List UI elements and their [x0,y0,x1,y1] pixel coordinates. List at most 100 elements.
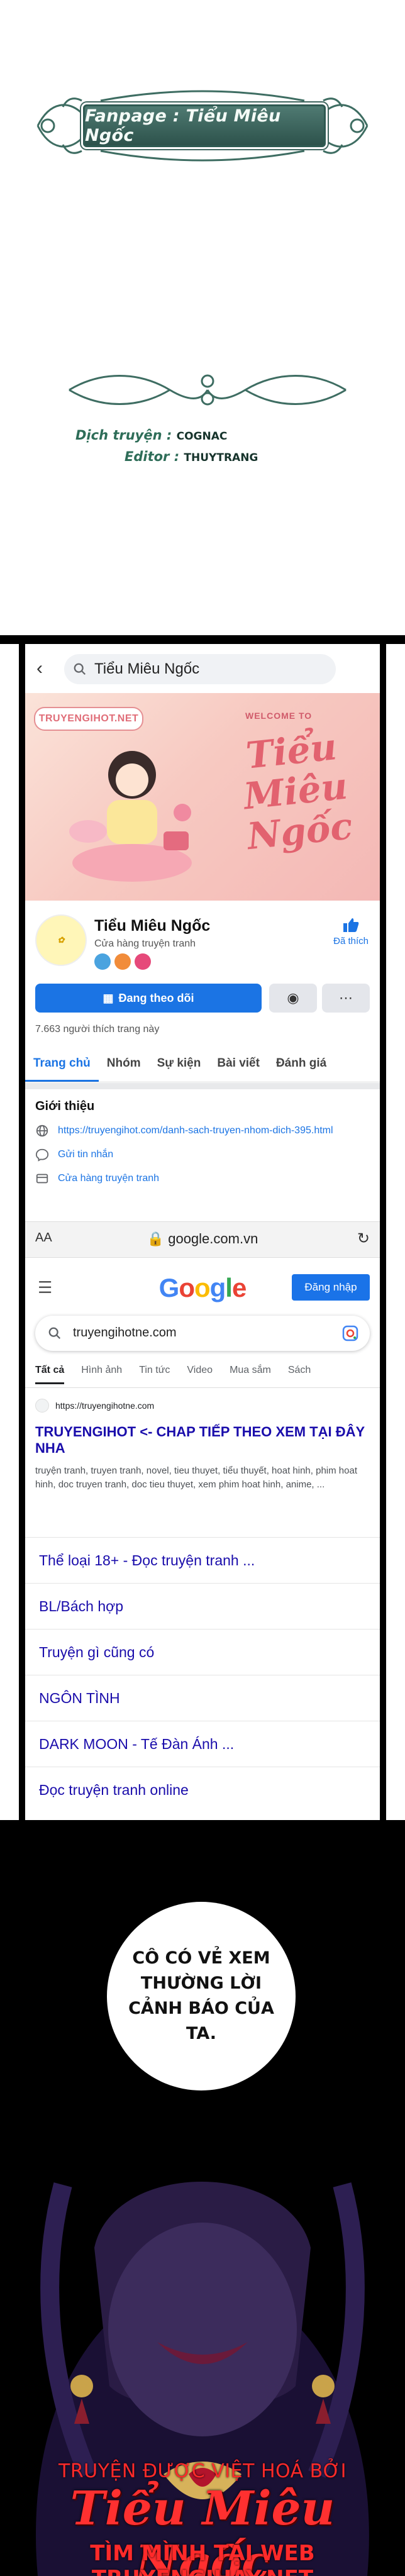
lock-icon: 🔒 [147,1231,165,1246]
page-action-buttons: ▦ Đang theo dõi ◉ ⋯ [35,984,370,1014]
g-tab-books[interactable]: Sách [288,1365,311,1384]
following-button[interactable]: ▦ Đang theo dõi [35,984,262,1013]
g-tab-shopping[interactable]: Mua sắm [230,1365,271,1384]
tag-icon [36,1174,48,1184]
liked-label: Đã thích [333,936,369,947]
result-url: https://truyengihotne.com [55,1401,155,1411]
thumbs-up-icon [343,918,359,932]
more-dots-icon: ⋯ [339,990,353,1006]
page-name[interactable]: Tiểu Miêu Ngốc [94,917,210,935]
cover-photo[interactable]: TRUYENGIHOT.NET WELCOME TO Tiểu Miêu Ngố… [25,693,380,901]
globe-icon [36,1124,48,1137]
watermark-line3: TÌM MÌNH TẠI WEB TRUYENGIHAY.NET [90,2541,315,2576]
cover-welcome-text: WELCOME TO [245,711,313,721]
sitelinks: Thể loại 18+ - Đọc truyện tranh ... BL/B… [25,1537,380,1813]
fb-top-bar: ‹ Tiểu Miêu Ngốc [25,644,380,693]
google-tabs: Tất cả Hình ảnh Tin tức Video Mua sắm Sá… [35,1365,380,1384]
search-icon [48,1327,61,1340]
g-tab-news[interactable]: Tin tức [139,1365,170,1384]
speech-bubble-line: CÔ CÓ VẺ XEM THƯỜNG LỜI CẢNH BÁO CỦA TA. [128,1948,274,2043]
page-profile-row: ✿ Tiểu Miêu Ngốc Cửa hàng truyện tranh Đ… [25,908,380,977]
search-result: https://truyengihotne.com TRUYENGIHOT <-… [35,1399,370,1492]
editor-credit: Editor : THUYTRANG [125,449,258,464]
liked-indicator[interactable]: Đã thích [333,917,369,947]
more-button[interactable]: ⋯ [322,984,370,1013]
browser-url-bar[interactable]: AA 🔒 google.com.vn ↻ [25,1221,380,1258]
fanpage-plaque: Fanpage : Tiểu Miêu Ngốc [83,104,326,147]
sitelink[interactable]: NGÔN TÌNH [25,1675,380,1721]
page-tabs: Trang chủ Nhóm Sự kiện Bài viết Đánh giá [25,1046,380,1082]
google-tab-divider [25,1387,380,1388]
translator-label: Dịch truyện : [75,428,172,443]
page-badges [94,953,151,970]
tab-posts[interactable]: Bài viết [209,1046,268,1082]
following-icon: ▦ [103,991,114,1004]
speech-bubble-text: CÔ CÓ VẺ XEM THƯỜNG LỜI CẢNH BÁO CỦA TA. [126,1946,277,2046]
translator-credit: Dịch truyện : COGNAC [75,428,227,443]
result-snippet: truyện tranh, truyen tranh, novel, tieu … [35,1465,357,1490]
intro-website-link[interactable]: https://truyengihot.com/danh-sach-truyen… [58,1124,333,1138]
credits-section: Fanpage : Tiểu Miêu Ngốc Dịch truyện : C… [0,0,405,635]
badge-icon [94,953,111,970]
page-avatar[interactable]: ✿ [35,914,87,966]
sitelink[interactable]: DARK MOON - Tế Đàn Ánh ... [25,1721,380,1767]
result-site[interactable]: https://truyengihotne.com [35,1399,370,1413]
url-host: 🔒 google.com.vn [25,1231,380,1247]
result-title[interactable]: TRUYENGIHOT <- CHAP TIẾP THEO XEM TẠI ĐÂ… [35,1424,370,1457]
badge-icon [114,953,131,970]
facebook-page-screen: ‹ Tiểu Miêu Ngốc TRUYENGIHOT.NET WELCOME… [25,644,380,1820]
tab-events[interactable]: Sự kiện [149,1046,209,1082]
likes-count: 7.663 người thích trang này [35,1024,160,1035]
speech-bubble: CÔ CÓ VẺ XEM THƯỜNG LỜI CẢNH BÁO CỦA TA. [107,1902,296,2090]
intro-message-row[interactable]: Gửi tin nhắn [35,1148,370,1162]
page-category: Cửa hàng truyện tranh [94,938,196,949]
divider-strip [0,635,405,644]
cover-title: Tiểu Miêu Ngốc [241,724,355,858]
tab-reviews[interactable]: Đánh giá [268,1046,335,1082]
cover-illustration-icon [69,751,192,882]
flourish-divider-icon [69,374,347,406]
translator-name: COGNAC [176,430,228,443]
badge-icon [135,953,151,970]
messenger-icon [35,1148,49,1162]
editor-label: Editor : [125,449,180,464]
fanpage-ornament-frame: Fanpage : Tiểu Miêu Ngốc [25,75,380,176]
tab-groups[interactable]: Nhóm [99,1046,149,1082]
google-search-box[interactable]: truyengihotne.com [35,1316,370,1351]
messenger-button[interactable]: ◉ [269,984,317,1013]
google-login-button[interactable]: Đăng nhập [292,1274,370,1301]
section-gap [25,1083,380,1089]
intro-category-row[interactable]: Cửa hàng truyện tranh [35,1172,370,1185]
intro-section: Giới thiệu https://truyengihot.com/danh-… [35,1099,370,1185]
fb-search-bar[interactable]: Tiểu Miêu Ngốc [64,654,336,684]
phone-screenshot: ‹ Tiểu Miêu Ngốc TRUYENGIHOT.NET WELCOME… [19,644,386,1820]
intro-website-row[interactable]: https://truyengihot.com/danh-sach-truyen… [35,1124,370,1138]
reload-icon[interactable]: ↻ [357,1230,370,1248]
sitelink[interactable]: Truyện gì cũng có [25,1629,380,1675]
tab-home[interactable]: Trang chủ [25,1046,99,1082]
intro-title: Giới thiệu [35,1099,95,1113]
google-query: truyengihotne.com [73,1326,177,1340]
g-tab-all[interactable]: Tất cả [35,1365,65,1384]
sitelink[interactable]: Thể loại 18+ - Đọc truyện tranh ... [25,1537,380,1583]
intro-category-link[interactable]: Cửa hàng truyện tranh [58,1172,159,1185]
messenger-icon: ◉ [287,990,299,1006]
url-host-text: google.com.vn [168,1231,258,1246]
favicon-icon [35,1399,49,1413]
google-lens-icon[interactable] [342,1325,358,1341]
sitelink[interactable]: Đọc truyện tranh online [25,1767,380,1813]
back-arrow-icon[interactable]: ‹ [36,659,43,678]
g-tab-images[interactable]: Hình ảnh [81,1365,122,1384]
search-icon [74,663,86,675]
fb-search-text: Tiểu Miêu Ngốc [94,660,200,677]
cover-logo: TRUYENGIHOT.NET [34,707,143,731]
sitelink[interactable]: BL/Bách hợp [25,1583,380,1629]
g-tab-video[interactable]: Video [187,1365,213,1384]
watermark-line1: TRUYỆN ĐƯỢC VIỆT HOÁ BỞI [58,2460,347,2482]
google-header: ☰ Google Đăng nhập [25,1267,380,1308]
intro-message-link[interactable]: Gửi tin nhắn [58,1148,113,1162]
fanpage-label: Fanpage : Tiểu Miêu Ngốc [85,106,281,145]
editor-name: THUYTRANG [184,452,258,464]
manga-panel: CÔ CÓ VẺ XEM THƯỜNG LỜI CẢNH BÁO CỦA TA.… [0,1820,405,2576]
following-label: Đang theo dõi [118,991,194,1004]
